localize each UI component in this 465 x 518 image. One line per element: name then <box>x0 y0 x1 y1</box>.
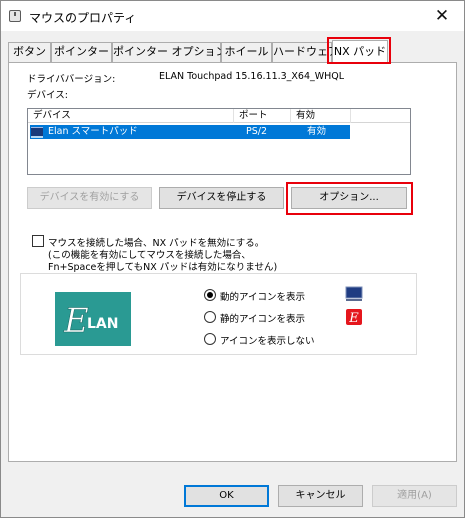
touchpad-static-icon: E <box>346 309 362 325</box>
mouse-icon <box>9 10 21 22</box>
tab-pointer-options[interactable]: ポインター オプション <box>112 42 227 62</box>
elan-logo: E LAN <box>55 292 131 346</box>
window-title: マウスのプロパティ <box>29 11 137 25</box>
device-list-header: デバイス ポート 有効 <box>28 109 410 123</box>
options-button[interactable]: オプション... <box>291 187 407 209</box>
radio-dynamic-label: 動的アイコンを表示 <box>220 292 306 303</box>
radio-hide-label: アイコンを表示しない <box>220 336 315 347</box>
apply-button[interactable]: 適用(A) <box>372 485 457 507</box>
table-row[interactable]: Elan スマートパッド PS/2 有効 <box>30 125 350 139</box>
driver-version-value: ELAN Touchpad 15.16.11.3_X64_WHQL <box>159 71 345 82</box>
column-device[interactable]: デバイス <box>28 109 234 123</box>
tab-buttons[interactable]: ボタン <box>8 42 51 62</box>
static-icon-letter: E <box>348 311 359 325</box>
title-bar: マウスのプロパティ ✕ <box>1 1 464 31</box>
disable-on-mouse-checkbox[interactable] <box>32 235 44 247</box>
tab-pointers[interactable]: ポインター <box>51 42 112 62</box>
enable-device-button[interactable]: デバイスを有効にする <box>27 187 152 209</box>
touchpad-device-icon <box>31 127 43 138</box>
radio-static-icon[interactable] <box>204 311 216 323</box>
device-list[interactable]: デバイス ポート 有効 Elan スマートパッド PS/2 有効 <box>27 108 411 175</box>
logo-letter: E <box>63 301 89 341</box>
cancel-button[interactable]: キャンセル <box>278 485 363 507</box>
tab-wheel[interactable]: ホイール <box>221 42 272 62</box>
radio-hide-icon[interactable] <box>204 333 216 345</box>
device-port: PS/2 <box>246 126 268 137</box>
tab-hardware[interactable]: ハードウェア <box>272 42 339 62</box>
devices-label: デバイス: <box>27 90 68 101</box>
disable-on-mouse-note-2: Fn+Spaceを押してもNX パッドは有効になりません) <box>48 262 278 273</box>
device-enabled: 有効 <box>307 126 327 137</box>
logo-text: LAN <box>87 316 118 332</box>
column-port[interactable]: ポート <box>234 109 291 123</box>
radio-dynamic-icon[interactable] <box>204 289 216 301</box>
close-button[interactable]: ✕ <box>428 4 456 28</box>
ok-button[interactable]: OK <box>184 485 269 507</box>
driver-version-label: ドライババージョン: <box>27 74 116 85</box>
device-name: Elan スマートパッド <box>48 126 138 137</box>
mouse-properties-dialog: マウスのプロパティ ✕ ボタン ポインター ポインター オプション ホイール ハ… <box>0 0 465 518</box>
column-enabled[interactable]: 有効 <box>291 109 351 123</box>
stop-device-button[interactable]: デバイスを停止する <box>159 187 284 209</box>
touchpad-dynamic-icon <box>345 286 363 301</box>
tab-nx-pad[interactable]: NX パッド <box>332 40 388 63</box>
radio-static-label: 静的アイコンを表示 <box>220 314 306 325</box>
